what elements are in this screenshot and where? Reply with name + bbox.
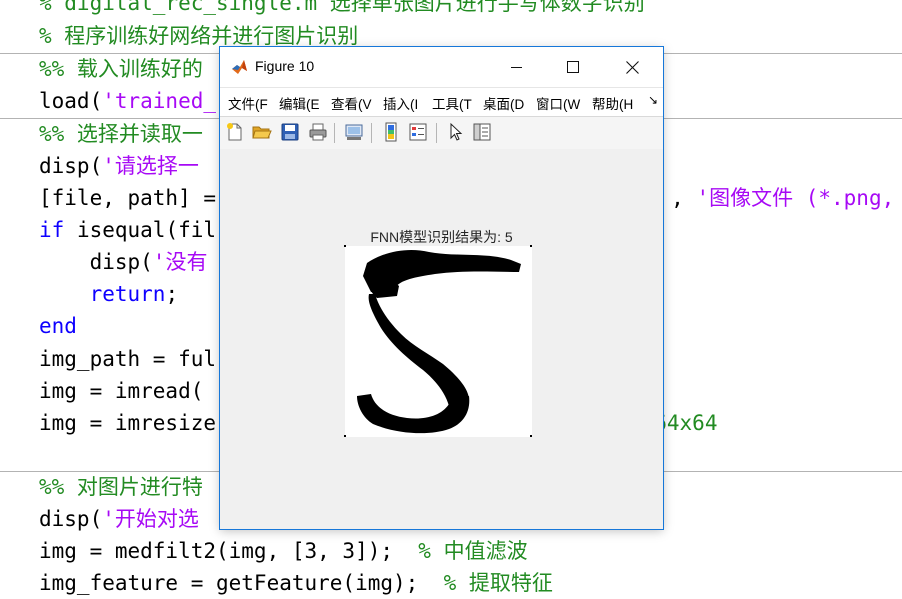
code-token: 'trained_ bbox=[102, 89, 217, 113]
toolbar-separator bbox=[436, 123, 437, 143]
code-token: % 中值滤波 bbox=[418, 539, 528, 563]
code-token: '图像文件 (*.png, bbox=[696, 186, 895, 210]
code-token: '请选择一 bbox=[102, 154, 199, 178]
code-line-8[interactable]: if isequal(fil bbox=[39, 214, 216, 246]
link-figure-icon[interactable] bbox=[344, 122, 364, 142]
code-line-5[interactable]: %% 选择并读取一 bbox=[39, 118, 203, 150]
maximize-button[interactable] bbox=[550, 47, 596, 87]
figure-toolbar bbox=[220, 116, 663, 150]
code-line-11[interactable]: end bbox=[39, 310, 77, 342]
property-inspector-icon[interactable] bbox=[472, 122, 492, 142]
code-token: img = imresize bbox=[39, 411, 217, 435]
menu-file[interactable]: 文件(F bbox=[228, 93, 268, 113]
toolbar-separator bbox=[334, 123, 335, 143]
code-token: img_path = ful bbox=[39, 347, 217, 371]
code-line-4[interactable]: load('trained_ bbox=[39, 85, 216, 117]
code-token: '开始对选 bbox=[102, 507, 199, 531]
menu-bar: 文件(F 编辑(E 查看(V 插入(I 工具(T 桌面(D 窗口(W 帮助(H … bbox=[220, 88, 663, 116]
menu-tools[interactable]: 工具(T bbox=[432, 93, 472, 113]
code-token: return bbox=[89, 282, 166, 306]
colorbar-icon[interactable] bbox=[381, 122, 401, 142]
window-title: Figure 10 bbox=[255, 58, 315, 74]
menu-insert[interactable]: 插入(I bbox=[383, 93, 418, 113]
code-token: img = medfilt2(img, [3, 3]); bbox=[39, 539, 419, 563]
code-token: end bbox=[39, 314, 77, 338]
code-line-10[interactable]: return; bbox=[39, 278, 179, 310]
code-line-12[interactable]: img_path = ful bbox=[39, 343, 216, 375]
open-file-icon[interactable] bbox=[252, 122, 272, 142]
new-figure-icon[interactable] bbox=[225, 122, 245, 142]
code-token: disp( bbox=[39, 507, 103, 531]
code-token: load( bbox=[39, 89, 103, 113]
pointer-icon[interactable] bbox=[446, 122, 466, 142]
axes-title: FNN模型识别结果为: 5 bbox=[370, 229, 513, 245]
minimize-button[interactable] bbox=[493, 47, 539, 87]
code-token: isequal(fil bbox=[64, 218, 217, 242]
code-line-6[interactable]: disp('请选择一 bbox=[39, 150, 199, 182]
menu-edit[interactable]: 编辑(E bbox=[279, 93, 320, 113]
code-token: %% 对图片进行特 bbox=[39, 475, 203, 499]
code-line-13[interactable]: img = imread( bbox=[39, 375, 203, 407]
menu-window[interactable]: 窗口(W bbox=[536, 93, 580, 113]
code-line-9[interactable]: disp('没有 bbox=[39, 246, 208, 278]
figure-window[interactable]: Figure 10 文件(F 编辑(E 查看(V 插入(I 工具(T 桌面(D … bbox=[220, 47, 663, 529]
axes-corner-mark bbox=[530, 435, 532, 437]
code-token: %% 载入训练好的 bbox=[39, 57, 203, 81]
code-token: %% 选择并读取一 bbox=[39, 122, 203, 146]
code-line-17[interactable]: disp('开始对选 bbox=[39, 503, 199, 535]
code-line-18[interactable]: img = medfilt2(img, [3, 3]); % 中值滤波 bbox=[39, 535, 528, 567]
menu-desktop[interactable]: 桌面(D bbox=[483, 93, 524, 113]
title-bar[interactable]: Figure 10 bbox=[220, 47, 663, 88]
axes-corner-mark bbox=[344, 435, 346, 437]
code-token: % 提取特征 bbox=[443, 571, 553, 595]
code-line-3[interactable]: %% 载入训练好的 bbox=[39, 53, 203, 85]
digit-image bbox=[345, 246, 532, 437]
code-token: % 程序训练好网络并进行图片识别 bbox=[39, 24, 359, 48]
axes-corner-mark bbox=[344, 245, 346, 247]
matlab-logo-icon bbox=[232, 60, 247, 74]
legend-icon[interactable] bbox=[408, 122, 428, 142]
print-icon[interactable] bbox=[308, 122, 328, 142]
code-token: ; bbox=[165, 282, 179, 306]
save-icon[interactable] bbox=[280, 122, 300, 142]
toolbar-separator bbox=[371, 123, 372, 143]
code-line-1[interactable]: % digital_rec_single.m 选择单张图片进行手写体数字识别 bbox=[39, 0, 645, 19]
code-token: '没有 bbox=[152, 250, 208, 274]
figure-canvas[interactable]: FNN模型识别结果为: 5 bbox=[220, 149, 663, 529]
code-token: img = imread( bbox=[39, 379, 204, 403]
menu-help[interactable]: 帮助(H bbox=[592, 93, 633, 113]
close-icon bbox=[625, 60, 639, 74]
menu-view[interactable]: 查看(V bbox=[331, 93, 372, 113]
code-line-19[interactable]: img_feature = getFeature(img); % 提取特征 bbox=[39, 567, 553, 599]
axes-corner-mark bbox=[530, 245, 532, 247]
code-token: , bbox=[671, 186, 697, 210]
code-token: img_feature = getFeature(img); bbox=[39, 571, 444, 595]
minimize-icon bbox=[510, 66, 522, 68]
code-token: % digital_rec_single.m 选择单张图片进行手写体数字识别 bbox=[39, 0, 645, 15]
maximize-icon bbox=[567, 61, 579, 73]
code-token: if bbox=[39, 218, 65, 242]
code-line-16[interactable]: %% 对图片进行特 bbox=[39, 471, 203, 503]
code-token: disp( bbox=[39, 250, 153, 274]
code-token: disp( bbox=[39, 154, 103, 178]
close-button[interactable] bbox=[609, 47, 655, 87]
menu-overflow-icon[interactable]: ↘ bbox=[648, 93, 658, 107]
